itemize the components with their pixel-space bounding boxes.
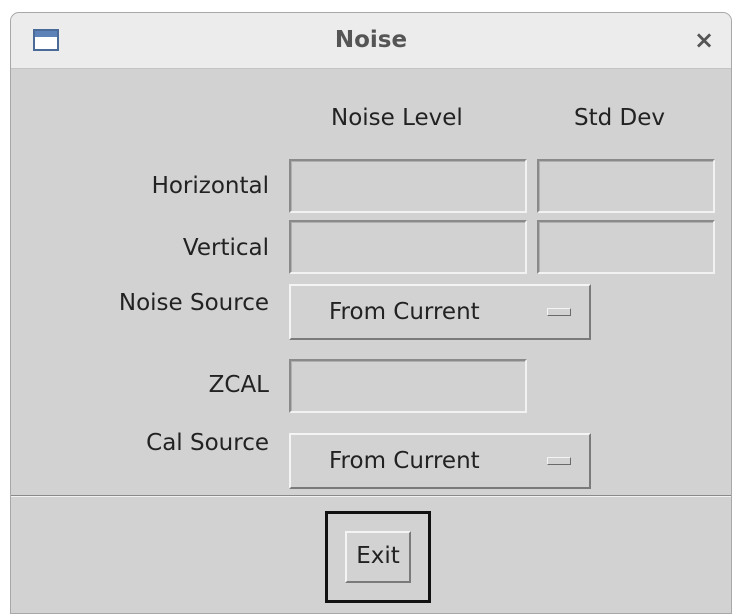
- exit-button[interactable]: Exit: [345, 531, 411, 583]
- noise-form: Noise Level Std Dev Horizontal Vertical …: [11, 69, 731, 613]
- vertical-label: Vertical: [182, 235, 269, 261]
- horizontal-std-dev-field[interactable]: [537, 159, 715, 213]
- horizontal-label: Horizontal: [151, 173, 269, 199]
- zcal-field[interactable]: [289, 359, 527, 413]
- vertical-noise-level-field[interactable]: [289, 220, 527, 274]
- cal-source-value: From Current: [329, 448, 480, 474]
- zcal-label: ZCAL: [208, 372, 269, 398]
- option-menu-indicator-icon: [547, 308, 571, 316]
- noise-source-value: From Current: [329, 299, 480, 325]
- cal-source-label: Cal Source: [146, 430, 269, 456]
- window-title: Noise: [334, 27, 408, 53]
- option-menu-indicator-icon: [547, 457, 571, 465]
- close-button[interactable]: ×: [689, 25, 719, 55]
- horizontal-noise-level-field[interactable]: [289, 159, 527, 213]
- noise-source-label: Noise Source: [118, 290, 269, 316]
- cal-source-menu[interactable]: From Current: [289, 433, 591, 489]
- column-header-std-dev: Std Dev: [574, 105, 666, 131]
- footer-separator: [11, 495, 731, 497]
- vertical-std-dev-field[interactable]: [537, 220, 715, 274]
- title-bar[interactable]: Noise ×: [11, 13, 731, 69]
- noise-source-menu[interactable]: From Current: [289, 284, 591, 340]
- column-header-noise-level: Noise Level: [331, 105, 463, 131]
- noise-window: Noise × Noise Level Std Dev Horizontal V…: [10, 12, 732, 614]
